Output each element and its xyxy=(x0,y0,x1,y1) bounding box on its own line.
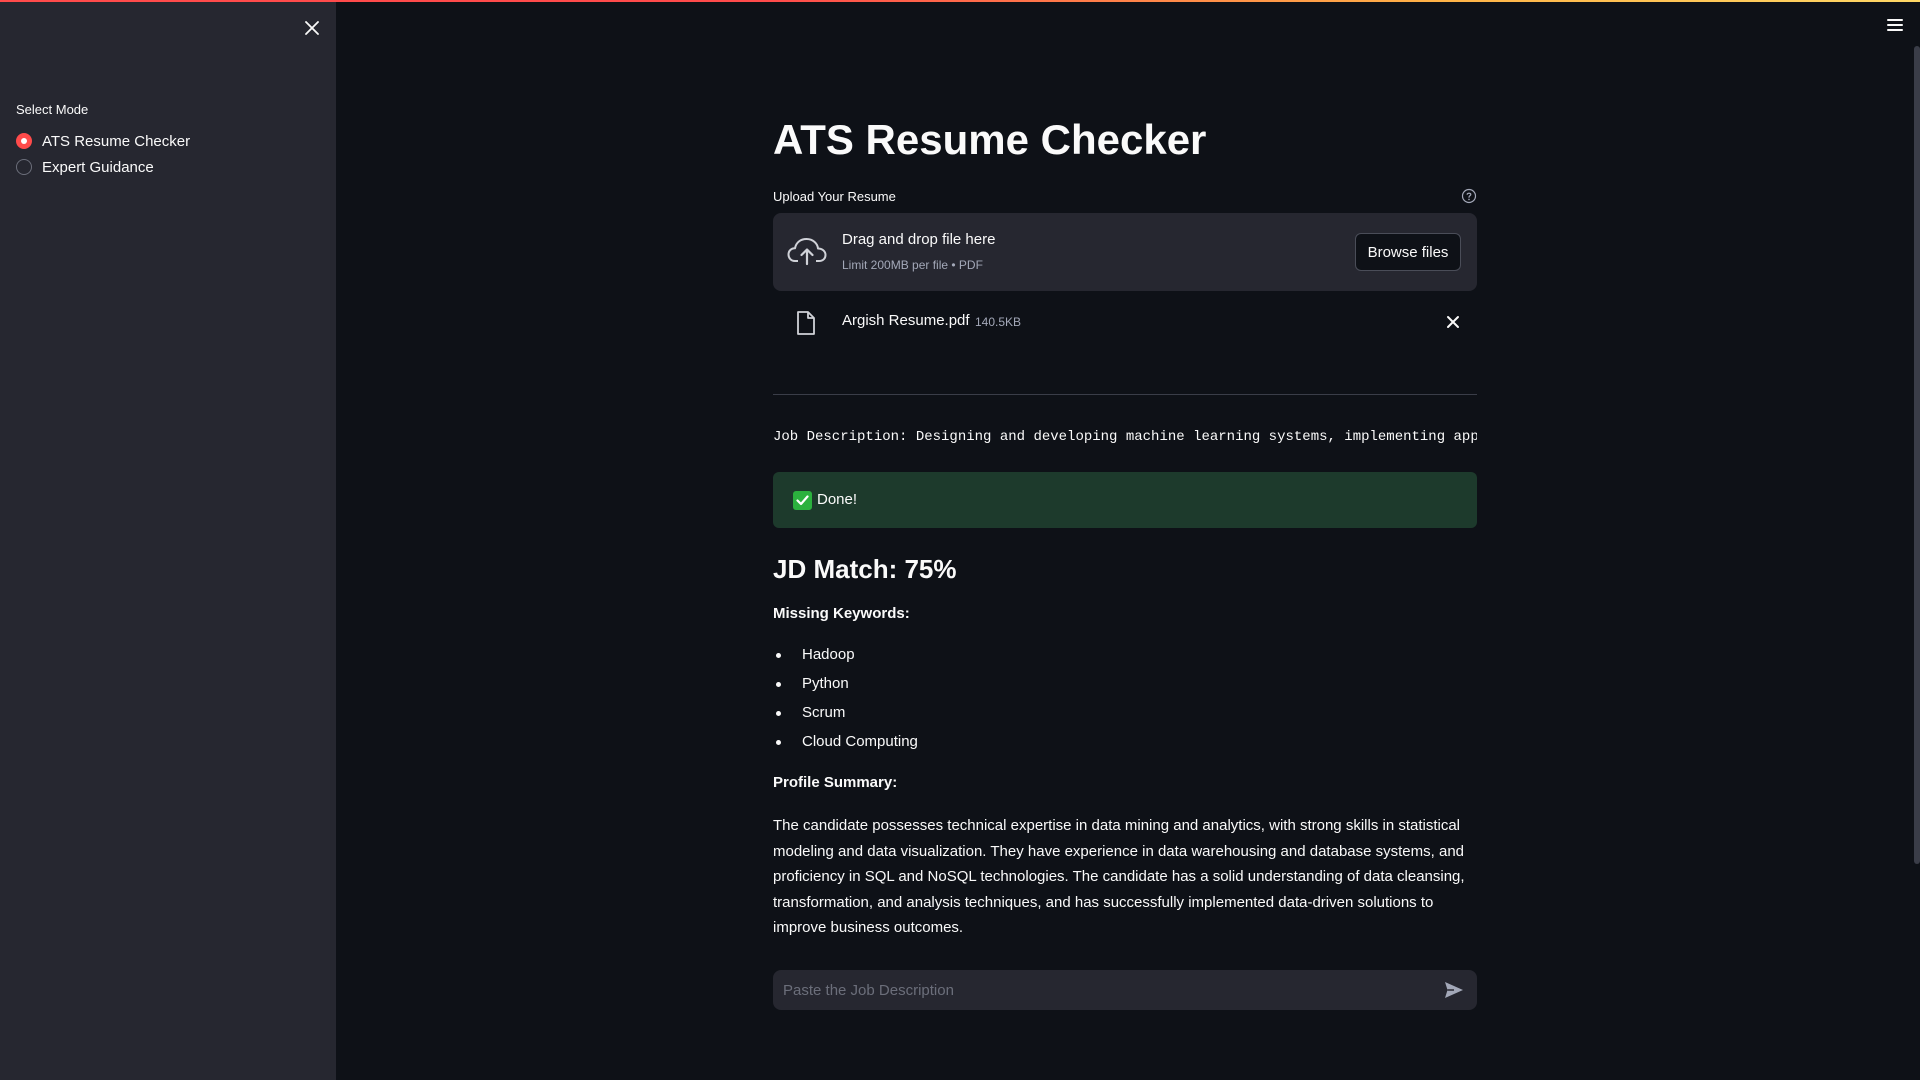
profile-summary-text: The candidate possesses technical expert… xyxy=(773,817,1465,937)
dropzone-limit-text: Limit 200MB per file • PDF xyxy=(842,258,983,272)
remove-file-icon[interactable] xyxy=(1443,312,1463,332)
radio-ats-resume-checker[interactable]: ATS Resume Checker xyxy=(16,128,190,154)
list-item: Scrum xyxy=(773,703,918,732)
radio-expert-guidance[interactable]: Expert Guidance xyxy=(16,154,190,180)
sidebar: Select Mode ATS Resume Checker Expert Gu… xyxy=(0,0,336,1080)
select-mode-label: Select Mode xyxy=(16,102,89,117)
file-dropzone[interactable]: Drag and drop file here Limit 200MB per … xyxy=(773,213,1477,291)
page-title: ATS Resume Checker xyxy=(773,116,1207,163)
top-decoration-bar xyxy=(0,0,1920,2)
jd-match-heading: JD Match: 75% xyxy=(773,554,957,584)
list-item: Hadoop xyxy=(773,645,918,674)
job-description-text: Job Description: Designing and developin… xyxy=(773,429,1477,445)
upload-label: Upload Your Resume xyxy=(773,189,896,204)
uploaded-file-row: Argish Resume.pdf 140.5KB xyxy=(773,306,1477,340)
missing-keywords-label: Missing Keywords: xyxy=(773,605,910,622)
help-icon[interactable] xyxy=(1461,188,1477,204)
mode-radio-group: ATS Resume Checker Expert Guidance xyxy=(16,128,190,180)
radio-selected-icon xyxy=(16,133,32,149)
section-divider xyxy=(773,394,1477,395)
job-description-input[interactable] xyxy=(773,970,1423,1010)
hamburger-menu-icon[interactable] xyxy=(1884,14,1906,36)
close-icon[interactable] xyxy=(300,16,324,40)
radio-label: ATS Resume Checker xyxy=(42,132,191,150)
chat-input-container xyxy=(773,970,1477,1010)
send-icon[interactable] xyxy=(1443,980,1465,1000)
profile-summary-label: Profile Summary: xyxy=(773,774,898,791)
file-icon xyxy=(795,310,817,336)
list-item: Python xyxy=(773,674,918,703)
success-alert: Done! xyxy=(773,472,1477,528)
success-text: Done! xyxy=(817,491,858,508)
dropzone-title: Drag and drop file here xyxy=(842,231,996,248)
scrollbar[interactable] xyxy=(1914,46,1920,864)
radio-unselected-icon xyxy=(16,159,32,175)
missing-keywords-list: Hadoop Python Scrum Cloud Computing xyxy=(773,645,918,761)
uploaded-file-name: Argish Resume.pdf xyxy=(842,312,970,329)
check-icon xyxy=(793,491,812,510)
list-item: Cloud Computing xyxy=(773,732,918,761)
browse-files-button[interactable]: Browse files xyxy=(1355,233,1461,271)
radio-label: Expert Guidance xyxy=(42,158,154,176)
cloud-upload-icon xyxy=(787,235,827,267)
uploaded-file-size: 140.5KB xyxy=(975,315,1022,329)
